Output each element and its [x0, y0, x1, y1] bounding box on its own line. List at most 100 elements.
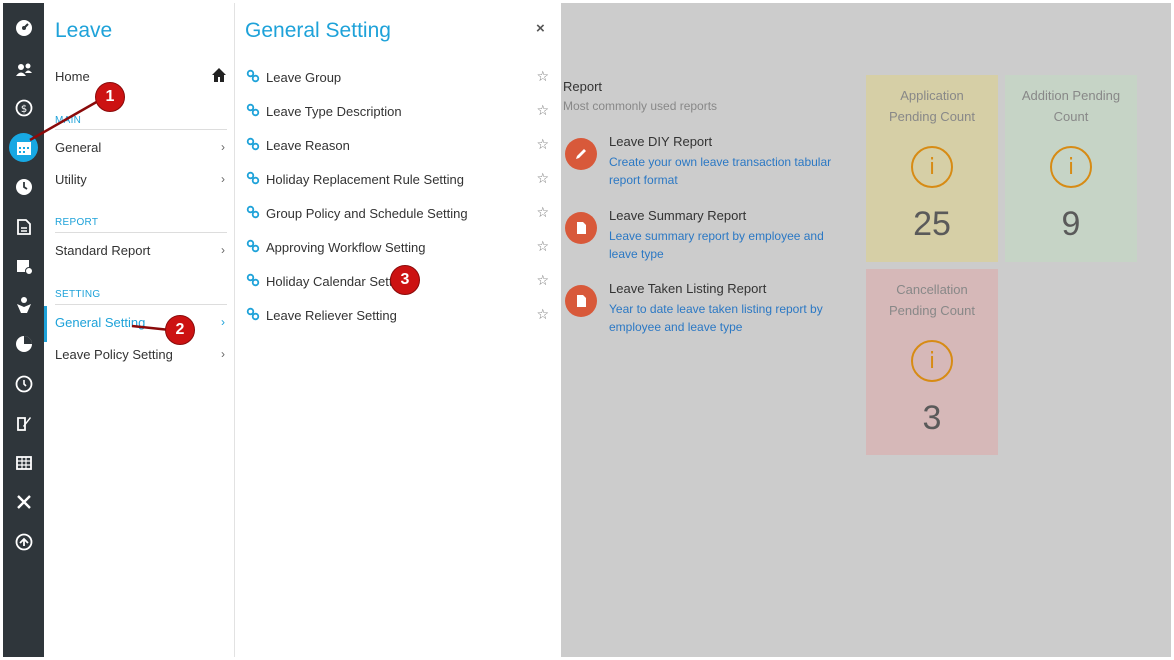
info-icon: i	[911, 146, 953, 188]
schedule-calendar-icon[interactable]	[9, 251, 38, 280]
report-description[interactable]: Leave summary report by employee and lea…	[609, 227, 845, 263]
chevron-right-icon: ›	[221, 315, 225, 329]
menu-item-label: General	[55, 140, 102, 155]
chevron-right-icon: ›	[221, 172, 225, 186]
active-indicator	[44, 306, 47, 342]
report-section-title: Report	[563, 79, 603, 94]
setting-item-label: Leave Reason	[266, 138, 350, 153]
report-item-leave-diy[interactable]: Leave DIY Report Create your own leave t…	[565, 134, 845, 194]
payroll-dollar-icon[interactable]: $	[9, 93, 38, 122]
link-icon	[246, 69, 260, 83]
section-divider	[55, 232, 227, 233]
section-divider	[55, 304, 227, 305]
card-title: Addition Pending Count	[1021, 88, 1121, 124]
pencil-icon	[565, 138, 597, 170]
addition-pending-card[interactable]: Addition Pending Count i 9	[1005, 75, 1137, 262]
setting-item[interactable]: Leave Type Description ☆	[246, 100, 554, 124]
cancellation-pending-card[interactable]: Cancellation Pending Count i 3	[866, 269, 998, 455]
home-link[interactable]: Home	[55, 65, 227, 89]
menu-item-utility[interactable]: Utility ›	[55, 168, 227, 192]
link-icon	[246, 171, 260, 185]
setting-item-label: Approving Workflow Setting	[266, 240, 426, 255]
link-icon	[246, 273, 260, 287]
tools-icon[interactable]	[9, 487, 38, 516]
star-icon[interactable]: ☆	[536, 68, 549, 85]
setting-item-label: Leave Group	[266, 70, 342, 85]
home-label: Home	[55, 69, 90, 84]
close-button[interactable]: ×	[536, 20, 545, 37]
leave-calendar-icon[interactable]	[9, 133, 38, 162]
menu-item-label: Standard Report	[55, 243, 151, 258]
info-icon: i	[911, 340, 953, 382]
menu-item-label: Utility	[55, 172, 87, 187]
claim-document-icon[interactable]	[9, 212, 38, 241]
star-icon[interactable]: ☆	[536, 170, 549, 187]
menu-item-label: Leave Policy Setting	[55, 347, 173, 362]
module-menu: Leave Home MAIN General › Utility › REPO…	[44, 3, 235, 657]
star-icon[interactable]: ☆	[536, 272, 549, 289]
report-description[interactable]: Create your own leave transaction tabula…	[609, 153, 845, 189]
menu-item-general-setting[interactable]: General Setting ›	[55, 311, 227, 335]
section-header-main: MAIN	[55, 115, 82, 126]
setting-item-label: Group Policy and Schedule Setting	[266, 206, 468, 221]
chevron-right-icon: ›	[221, 243, 225, 257]
chevron-right-icon: ›	[221, 347, 225, 361]
general-setting-panel: General Setting × Leave Group ☆ Leave Type…	[235, 3, 561, 657]
setting-item[interactable]: Leave Reason ☆	[246, 134, 554, 158]
panel-title: General Setting	[245, 19, 391, 42]
star-icon[interactable]: ☆	[536, 306, 549, 323]
link-icon	[246, 239, 260, 253]
star-icon[interactable]: ☆	[536, 102, 549, 119]
menu-item-leave-policy-setting[interactable]: Leave Policy Setting ›	[55, 343, 227, 367]
table-grid-icon[interactable]	[9, 448, 38, 477]
callout-marker-1: 1	[95, 82, 125, 112]
star-icon[interactable]: ☆	[536, 204, 549, 221]
report-name[interactable]: Leave Summary Report	[609, 208, 746, 223]
card-count: 3	[922, 399, 942, 437]
link-icon	[246, 205, 260, 219]
person-icon[interactable]	[9, 290, 38, 319]
menu-item-standard-report[interactable]: Standard Report ›	[55, 239, 227, 263]
setting-item[interactable]: Group Policy and Schedule Setting ☆	[246, 202, 554, 226]
clock-icon[interactable]	[9, 172, 38, 201]
report-name[interactable]: Leave Taken Listing Report	[609, 281, 766, 296]
setting-item[interactable]: Leave Group ☆	[246, 66, 554, 90]
setting-item[interactable]: Holiday Replacement Rule Setting ☆	[246, 168, 554, 192]
home-icon	[212, 68, 226, 82]
menu-item-general[interactable]: General ›	[55, 136, 227, 160]
card-title: Cancellation Pending Count	[888, 282, 975, 318]
application-pending-card[interactable]: Application Pending Count i 25	[866, 75, 998, 262]
card-count: 9	[1061, 205, 1081, 243]
callout-marker-2: 2	[165, 315, 195, 345]
dashboard-icon[interactable]	[9, 13, 38, 42]
card-count: 25	[913, 205, 951, 243]
setting-item[interactable]: Leave Reliever Setting ☆	[246, 304, 554, 328]
report-item-leave-taken-listing[interactable]: Leave Taken Listing Report Year to date …	[565, 281, 845, 341]
form-edit-icon[interactable]	[9, 408, 38, 437]
report-description[interactable]: Year to date leave taken listing report …	[609, 300, 845, 336]
link-icon	[246, 103, 260, 117]
menu-item-label: General Setting	[55, 315, 146, 330]
section-header-setting: SETTING	[55, 289, 101, 300]
pie-chart-icon[interactable]	[9, 329, 38, 358]
setting-item-label: Leave Type Description	[266, 104, 402, 119]
svg-text:$: $	[20, 104, 26, 115]
setting-item[interactable]: Approving Workflow Setting ☆	[246, 236, 554, 260]
setting-item-label: Holiday Calendar Setting	[266, 274, 410, 289]
link-icon	[246, 137, 260, 151]
module-title: Leave	[55, 19, 113, 42]
section-header-report: REPORT	[55, 217, 99, 228]
timer-icon[interactable]	[9, 369, 38, 398]
scroll-up-icon[interactable]	[9, 527, 38, 556]
chevron-right-icon: ›	[221, 140, 225, 154]
link-icon	[246, 307, 260, 321]
report-section-subtitle: Most commonly used reports	[563, 99, 718, 113]
setting-item-label: Holiday Replacement Rule Setting	[266, 172, 464, 187]
setting-item-label: Leave Reliever Setting	[266, 308, 397, 323]
report-item-leave-summary[interactable]: Leave Summary Report Leave summary repor…	[565, 208, 845, 268]
star-icon[interactable]: ☆	[536, 136, 549, 153]
report-name[interactable]: Leave DIY Report	[609, 134, 712, 149]
star-icon[interactable]: ☆	[536, 238, 549, 255]
user-group-icon[interactable]	[9, 55, 38, 84]
card-title: Application Pending Count	[888, 88, 975, 124]
